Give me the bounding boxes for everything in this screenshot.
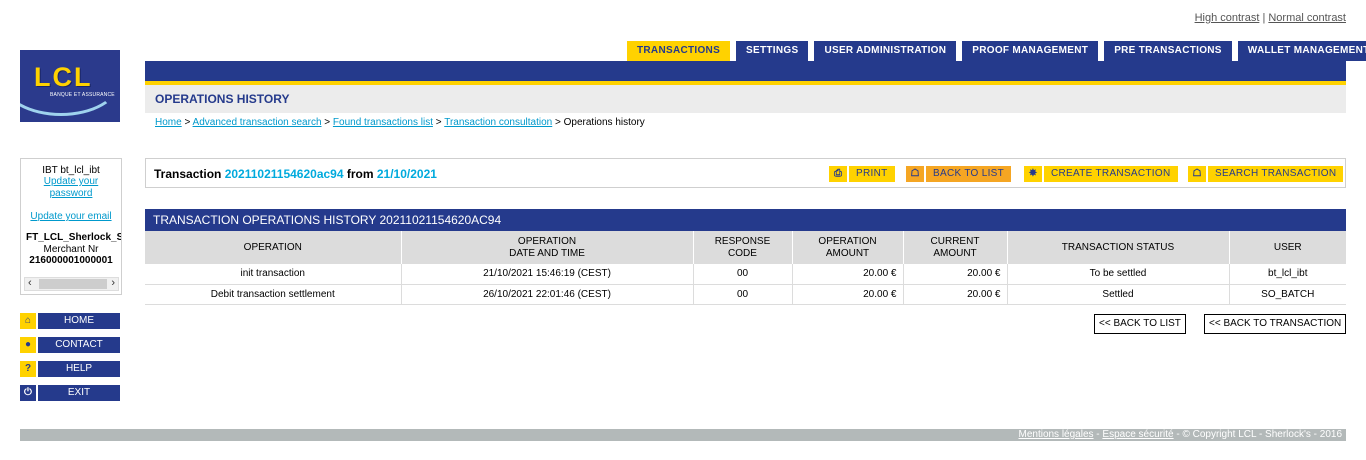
logo-subtitle: BANQUE ET ASSURANCE — [50, 92, 115, 98]
create-transaction-button[interactable]: ✸ CREATE TRANSACTION — [1024, 166, 1178, 182]
col-current-amount: CURRENT AMOUNT — [903, 231, 1008, 264]
table-row: init transaction 21/10/2021 15:46:19 (CE… — [145, 264, 1346, 285]
breadcrumb-separator: > — [552, 117, 564, 128]
sidenav-exit-label: EXIT — [38, 385, 120, 401]
breadcrumb-separator: > — [432, 117, 445, 128]
tab-proof-management[interactable]: PROOF MANAGEMENT — [962, 41, 1099, 61]
breadcrumb-advanced-search[interactable]: Advanced transaction search — [193, 117, 322, 128]
table-header-row: OPERATION OPERATION DATE AND TIME RESPONS… — [145, 231, 1346, 264]
sidenav-help[interactable]: ? HELP — [20, 361, 120, 377]
walking-person-icon: ☖ — [1188, 166, 1206, 182]
cell-operation-amount: 20.00 € — [792, 284, 904, 305]
cell-response-code: 00 — [693, 284, 793, 305]
back-to-list-button[interactable]: ☖ BACK TO LIST — [906, 166, 1012, 182]
col-transaction-status: TRANSACTION STATUS — [1007, 231, 1230, 264]
home-icon: ⌂ — [20, 313, 36, 329]
printer-icon: ⎙ — [829, 166, 847, 182]
update-password-link[interactable]: Update your password — [44, 176, 98, 199]
print-button[interactable]: ⎙ PRINT — [829, 166, 895, 182]
user-name: IBT bt_lcl_ibt — [42, 165, 100, 176]
cell-operation: Debit transaction settlement — [145, 284, 402, 305]
breadcrumb-separator: > — [321, 117, 333, 128]
cell-user: SO_BATCH — [1229, 284, 1346, 305]
transaction-from: from — [346, 167, 374, 181]
speech-bubble-icon: ● — [20, 337, 36, 353]
merchant-id: FT_LCL_Sherlock_S — [26, 232, 122, 243]
high-contrast-link[interactable]: High contrast — [1195, 12, 1260, 24]
col-user: USER — [1229, 231, 1346, 264]
lcl-logo[interactable]: LCL BANQUE ET ASSURANCE — [20, 50, 120, 122]
security-link[interactable]: Espace sécurité — [1102, 429, 1173, 440]
cell-datetime: 26/10/2021 22:01:46 (CEST) — [401, 284, 694, 305]
question-mark-icon: ? — [20, 361, 36, 377]
star-icon: ✸ — [1024, 166, 1042, 182]
footer: Mentions légales - Espace sécurité - © C… — [20, 429, 1346, 441]
update-email-link[interactable]: Update your email — [30, 211, 111, 222]
cell-operation: init transaction — [145, 264, 402, 285]
contrast-switcher: High contrast | Normal contrast — [1195, 12, 1346, 24]
merchant-number: 216000001000001 — [29, 255, 113, 266]
sidenav-contact[interactable]: ● CONTACT — [20, 337, 120, 353]
col-operation: OPERATION — [145, 231, 402, 264]
user-info-panel: IBT bt_lcl_ibt Update your password Upda… — [20, 158, 122, 295]
tab-wallet-management[interactable]: WALLET MANAGEMENT — [1237, 41, 1366, 61]
merchant-label: Merchant Nr — [43, 244, 99, 255]
breadcrumb: Home > Advanced transaction search > Fou… — [155, 117, 645, 128]
breadcrumb-found-list[interactable]: Found transactions list — [333, 117, 433, 128]
breadcrumb-separator: > — [181, 117, 193, 128]
transaction-header: Transaction 20211021154620ac94 from 21/1… — [145, 158, 1346, 188]
transaction-title: Transaction 20211021154620ac94 from 21/1… — [154, 167, 437, 181]
horizontal-scrollbar[interactable]: ‹ › — [24, 277, 119, 291]
cell-datetime: 21/10/2021 15:46:19 (CEST) — [401, 264, 694, 285]
contrast-separator: | — [1262, 12, 1266, 24]
transaction-id: 20211021154620ac94 — [224, 167, 344, 181]
col-response-code: RESPONSE CODE — [693, 231, 793, 264]
sidenav-help-label: HELP — [38, 361, 120, 377]
col-datetime: OPERATION DATE AND TIME — [401, 231, 694, 264]
tab-settings[interactable]: SETTINGS — [736, 41, 809, 61]
print-label: PRINT — [849, 166, 895, 182]
breadcrumb-current: Operations history — [563, 117, 645, 128]
tab-pre-transactions[interactable]: PRE TRANSACTIONS — [1104, 41, 1232, 61]
cell-status: To be settled — [1007, 264, 1230, 285]
back-to-list-bottom-button[interactable]: << BACK TO LIST — [1094, 314, 1186, 334]
sidenav-home-label: HOME — [38, 313, 120, 329]
cell-operation-amount: 20.00 € — [792, 264, 904, 285]
search-transaction-label: SEARCH TRANSACTION — [1208, 166, 1344, 182]
table-row: Debit transaction settlement 26/10/2021 … — [145, 284, 1346, 305]
breadcrumb-home[interactable]: Home — [155, 117, 182, 128]
cell-current-amount: 20.00 € — [903, 284, 1008, 305]
legal-link[interactable]: Mentions légales — [1018, 429, 1093, 440]
sidenav-contact-label: CONTACT — [38, 337, 120, 353]
back-to-transaction-button[interactable]: << BACK TO TRANSACTION — [1204, 314, 1347, 334]
breadcrumb-transaction-consultation[interactable]: Transaction consultation — [444, 117, 552, 128]
create-transaction-label: CREATE TRANSACTION — [1044, 166, 1178, 182]
copyright: © Copyright LCL - Sherlock's - 2016 — [1182, 429, 1342, 440]
nav-bar — [145, 61, 1346, 81]
operations-section-title: TRANSACTION OPERATIONS HISTORY 202110211… — [145, 209, 1346, 231]
col-operation-amount: OPERATION AMOUNT — [792, 231, 904, 264]
sidenav-exit[interactable]: ⏻ EXIT — [20, 385, 120, 401]
page-header: OPERATIONS HISTORY — [145, 85, 1346, 113]
scrollbar-thumb[interactable] — [39, 279, 107, 289]
scroll-right-icon[interactable]: › — [111, 277, 115, 289]
walking-person-icon: ☖ — [906, 166, 924, 182]
exit-icon: ⏻ — [20, 385, 36, 401]
transaction-prefix: Transaction — [154, 167, 222, 181]
logo-text: LCL — [34, 62, 93, 92]
transaction-date: 21/10/2021 — [376, 167, 437, 181]
page-title: OPERATIONS HISTORY — [155, 92, 290, 106]
cell-current-amount: 20.00 € — [903, 264, 1008, 285]
sidenav-home[interactable]: ⌂ HOME — [20, 313, 120, 329]
back-to-list-label: BACK TO LIST — [926, 166, 1012, 182]
cell-user: bt_lcl_ibt — [1229, 264, 1346, 285]
cell-status: Settled — [1007, 284, 1230, 305]
search-transaction-button[interactable]: ☖ SEARCH TRANSACTION — [1188, 166, 1344, 182]
tab-user-administration[interactable]: USER ADMINISTRATION — [814, 41, 957, 61]
normal-contrast-link[interactable]: Normal contrast — [1268, 12, 1346, 24]
operations-table: OPERATION OPERATION DATE AND TIME RESPONS… — [145, 231, 1346, 305]
cell-response-code: 00 — [693, 264, 793, 285]
scroll-left-icon[interactable]: ‹ — [28, 277, 32, 289]
